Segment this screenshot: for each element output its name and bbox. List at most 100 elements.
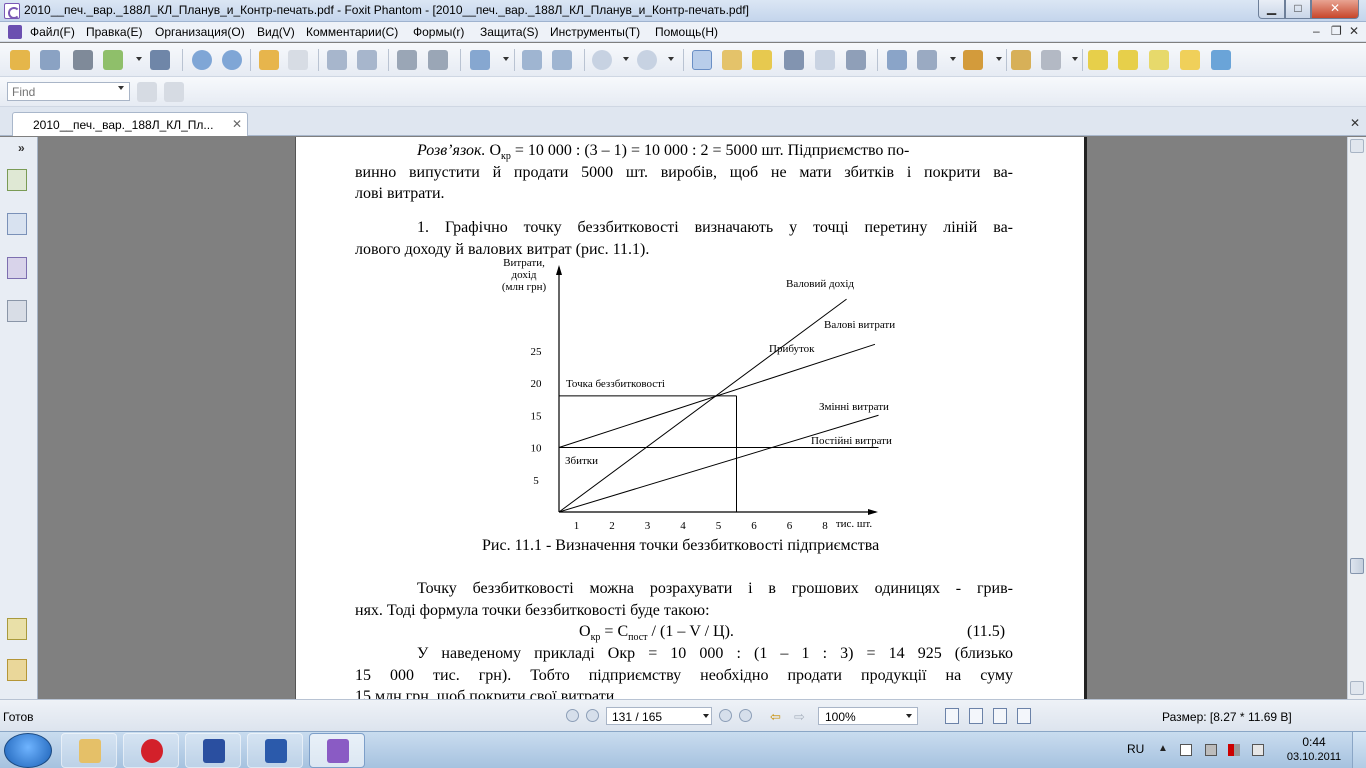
select-text-icon[interactable] [722,50,742,70]
page-dropdown-icon[interactable] [703,714,709,718]
next-page-icon[interactable] [222,50,242,70]
edit-document-icon[interactable] [917,50,937,70]
arrow-tool-icon[interactable] [1211,50,1231,70]
attachments-panel-icon[interactable] [7,300,27,322]
foxit-app-icon[interactable] [4,3,20,19]
network-signal-icon[interactable] [1228,744,1240,756]
menu-organize[interactable]: Организация(O) [155,25,245,39]
minimize-button[interactable]: ▁ [1258,0,1285,19]
highlight-icon[interactable] [1088,50,1108,70]
volume-icon[interactable] [1252,744,1264,756]
single-page-view-icon[interactable] [945,708,959,724]
redo-icon[interactable] [428,50,448,70]
taskbar-opera[interactable] [123,733,179,768]
continuous-facing-view-icon[interactable] [1017,708,1031,724]
zoom-out-dropdown-icon[interactable] [623,57,629,61]
zoom-in-icon[interactable] [637,50,657,70]
close-all-tabs-icon[interactable]: ✕ [1350,116,1360,130]
text-box-icon[interactable] [1149,50,1169,70]
menu-comments[interactable]: Комментарии(C) [306,25,398,39]
snapshot-icon[interactable] [846,50,866,70]
layers-icon[interactable] [7,257,27,279]
insert-page-icon[interactable] [327,50,347,70]
taskbar-explorer[interactable] [61,733,117,768]
paperclip-icon[interactable] [7,659,27,681]
taskbar-word[interactable] [247,733,303,768]
menu-protect[interactable]: Защита(S) [480,25,539,39]
hand-tool-icon[interactable] [692,50,712,70]
show-desktop-button[interactable] [1352,732,1366,768]
print-icon[interactable] [73,50,93,70]
facing-view-icon[interactable] [993,708,1007,724]
zoom-dropdown-icon[interactable] [503,57,509,61]
tab-close-icon[interactable]: ✕ [232,117,242,131]
expand-panel-icon[interactable]: » [18,141,25,155]
device-icon[interactable] [1205,744,1217,756]
zoom-dropdown-icon[interactable] [906,714,912,718]
typewriter-icon[interactable] [815,50,835,70]
menu-file[interactable]: Файл(F) [30,25,75,39]
menu-tools[interactable]: Инструменты(T) [550,25,640,39]
go-back-icon[interactable]: ⇦ [770,709,781,725]
edit-dropdown-icon[interactable] [950,57,956,61]
page-number-field[interactable]: 131 / 165 [606,707,712,725]
extract-page-icon[interactable] [357,50,377,70]
find-input[interactable] [7,82,130,101]
zoom-icon[interactable] [470,50,490,70]
undo-icon[interactable] [397,50,417,70]
start-button[interactable] [4,733,52,768]
comments-panel-icon[interactable] [7,618,27,640]
vertical-scrollbar[interactable] [1347,137,1366,699]
scroll-thumb[interactable] [1350,558,1364,574]
fit-page-icon[interactable] [522,50,542,70]
lock-dropdown-icon[interactable] [1072,57,1078,61]
clock-time[interactable]: 0:44 [1294,735,1334,749]
email-icon[interactable] [103,50,123,70]
next-page-status-icon[interactable] [719,709,732,722]
mdi-close-button[interactable]: ✕ [1349,24,1359,38]
mdi-restore-button[interactable]: ❐ [1331,24,1342,38]
select-arrow-icon[interactable] [752,50,772,70]
bookmarks-icon[interactable] [7,169,27,191]
menu-edit[interactable]: Правка(E) [86,25,143,39]
action-center-flag-icon[interactable] [1180,744,1192,756]
taskbar-save-app[interactable] [185,733,241,768]
open-folder-icon[interactable] [10,50,30,70]
stamp-icon[interactable] [963,50,983,70]
binoculars-icon[interactable] [784,50,804,70]
document-system-menu-icon[interactable] [8,25,22,39]
stamp-dropdown-icon[interactable] [996,57,1002,61]
maximize-button[interactable]: □ [1285,0,1311,19]
taskbar-foxit[interactable] [309,733,365,768]
comment-note-icon[interactable] [1180,50,1200,70]
forward-arrow-icon[interactable] [288,50,308,70]
zoom-out-icon[interactable] [592,50,612,70]
sign-icon[interactable] [1011,50,1031,70]
fit-width-icon[interactable] [552,50,572,70]
go-forward-icon[interactable]: ⇨ [794,709,805,725]
back-arrow-icon[interactable] [259,50,279,70]
find-previous-icon[interactable] [137,82,157,102]
document-view[interactable]: Розв’язок. Окр = 10 000 : (3 – 1) = 10 0… [39,137,1347,699]
mdi-minimize-button[interactable]: – [1313,24,1320,38]
prev-page-icon[interactable] [586,709,599,722]
menu-view[interactable]: Вид(V) [257,25,295,39]
first-page-icon[interactable] [566,709,579,722]
pages-icon[interactable] [7,213,27,235]
find-dropdown-icon[interactable] [118,86,124,90]
scroll-down-button[interactable] [1350,681,1364,695]
email-dropdown-icon[interactable] [136,57,142,61]
continuous-view-icon[interactable] [969,708,983,724]
form-field-icon[interactable] [887,50,907,70]
menu-forms[interactable]: Формы(r) [413,25,464,39]
find-next-icon[interactable] [164,82,184,102]
scroll-up-button[interactable] [1350,139,1364,153]
zoom-in-dropdown-icon[interactable] [668,57,674,61]
previous-page-icon[interactable] [192,50,212,70]
scan-icon[interactable] [150,50,170,70]
lock-icon[interactable] [1041,50,1061,70]
pencil-note-icon[interactable] [1118,50,1138,70]
last-page-icon[interactable] [739,709,752,722]
tray-expand-icon[interactable]: ▲ [1158,743,1168,754]
language-indicator[interactable]: RU [1127,742,1144,756]
